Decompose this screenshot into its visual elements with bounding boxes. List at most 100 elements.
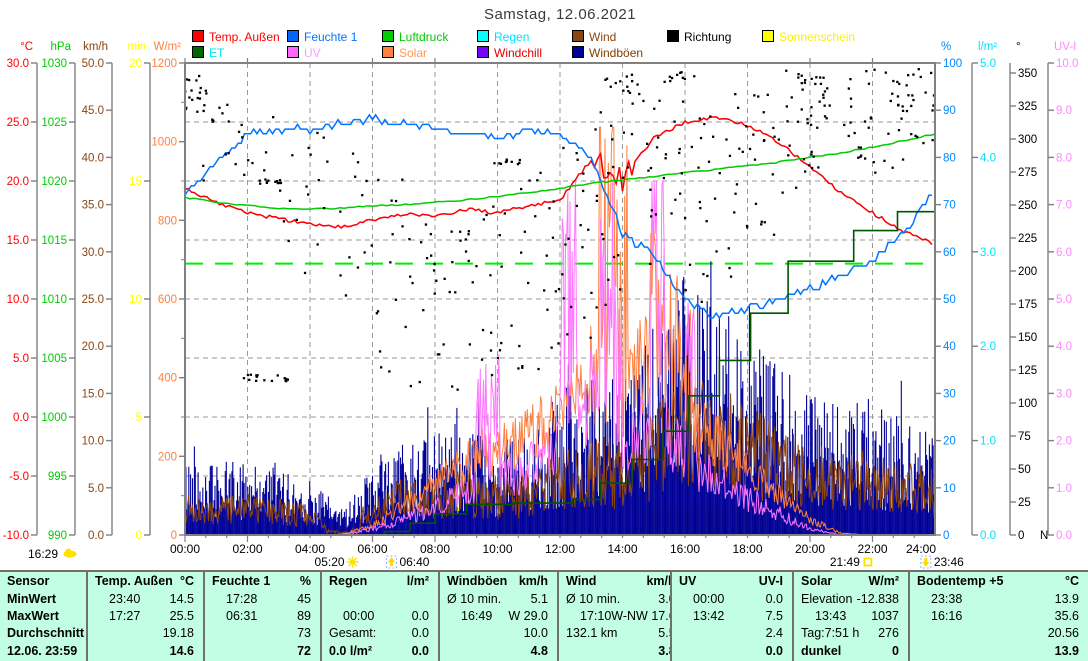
- cell-label: 23:40: [95, 592, 140, 606]
- row-label-sensor: Sensor: [0, 572, 86, 590]
- svg-text:N: N: [1040, 530, 1048, 542]
- svg-text:15.0: 15.0: [82, 388, 104, 400]
- svg-text:20:00: 20:00: [795, 542, 825, 556]
- svg-text:25.0: 25.0: [82, 294, 104, 306]
- svg-text:30: 30: [943, 388, 956, 400]
- stats-table: SensorMinWertMaxWertDurchschnitt12.06. 2…: [0, 570, 1088, 661]
- table-row-bodentemp-5-minwert: 23:3813.9: [910, 590, 1088, 607]
- table-section-regen: Regenl/m²00:000.0Gesamt:0.00.0 l/m²0.0: [320, 572, 438, 661]
- svg-text:9.0: 9.0: [1056, 105, 1072, 117]
- sensor-unit: km/h: [519, 574, 548, 588]
- cell-value: -12.838: [857, 592, 899, 606]
- cell-value: 20.56: [1048, 626, 1079, 640]
- table-header-solar: SolarW/m²: [794, 572, 908, 590]
- svg-text:24:00: 24:00: [906, 542, 936, 556]
- cell-value: 13.9: [1055, 592, 1079, 606]
- svg-text:1025: 1025: [41, 117, 67, 129]
- svg-text:06:40: 06:40: [399, 555, 429, 569]
- table-header-regen: Regenl/m²: [322, 572, 438, 590]
- table-row-wind-maxwert: 17:10W-NW 17.6: [559, 607, 670, 624]
- table-row-solar-maxwert: 13:431037: [794, 607, 908, 624]
- table-header-temp-au-en: Temp. Außen °C: [88, 572, 203, 590]
- cell-label: 17:27: [95, 609, 140, 623]
- svg-text:hPa: hPa: [51, 41, 72, 53]
- cell-label: Ø 10 min.: [447, 592, 501, 606]
- table-section-wind: Windkm/hØ 10 min.3.017:10W-NW 17.6132.1 …: [557, 572, 670, 661]
- svg-text:225: 225: [1018, 233, 1037, 245]
- svg-text:25.0: 25.0: [7, 117, 29, 129]
- svg-text:20.0: 20.0: [7, 176, 29, 188]
- table-row-wind-minwert: Ø 10 min.3.0: [559, 590, 670, 607]
- svg-text:75: 75: [1018, 431, 1031, 443]
- svg-text:°C: °C: [20, 41, 33, 53]
- svg-text:02:00: 02:00: [232, 542, 262, 556]
- svg-text:1200: 1200: [151, 58, 177, 70]
- row-label-durchschnitt: Durchschnitt: [0, 624, 86, 641]
- svg-text:20: 20: [943, 436, 956, 448]
- table-row-regen-durchschnitt: Gesamt:0.0: [322, 624, 438, 641]
- cell-value: 25.5: [170, 609, 194, 623]
- svg-text:15: 15: [129, 176, 142, 188]
- svg-text:6.0: 6.0: [1056, 247, 1072, 259]
- cell-value: 35.6: [1055, 609, 1079, 623]
- svg-text:12:00: 12:00: [545, 542, 575, 556]
- cell-label: 06:31: [212, 609, 257, 623]
- svg-text:100: 100: [943, 58, 962, 70]
- table-row-feuchte-1-12-06-23-59: 72: [205, 641, 320, 660]
- sensor-unit: °C: [1065, 574, 1079, 588]
- cell-value: 19.18: [163, 626, 194, 640]
- table-row-feuchte-1-minwert: 17:2845: [205, 590, 320, 607]
- svg-text:995: 995: [48, 471, 67, 483]
- cell-label: 0.0 l/m²: [329, 644, 372, 658]
- sensor-name: Feuchte 1: [212, 574, 270, 588]
- cell-label: 16:49: [447, 609, 492, 623]
- svg-text:2.0: 2.0: [1056, 436, 1072, 448]
- sensor-name: UV: [679, 574, 696, 588]
- cell-label: 17:28: [212, 592, 257, 606]
- cell-value: 10.0: [524, 626, 548, 640]
- cell-value: 14.6: [170, 644, 194, 658]
- cell-label: Elevation: [801, 592, 852, 606]
- y-axes: °C30.025.020.015.010.05.00.0-5.0-10.0hPa…: [3, 41, 1079, 542]
- svg-text:20.0: 20.0: [82, 341, 104, 353]
- sensor-unit: l/m²: [407, 574, 429, 588]
- feuchte-series: [185, 115, 932, 318]
- table-row-wind-12-06-23-59: 3.8: [559, 641, 670, 660]
- cell-value: 276: [878, 626, 899, 640]
- svg-text:1.0: 1.0: [980, 436, 996, 448]
- cell-value: W 29.0: [508, 609, 548, 623]
- table-row-regen-minwert: [322, 590, 438, 607]
- svg-text:80: 80: [943, 152, 956, 164]
- svg-text:°: °: [1016, 41, 1021, 53]
- cell-value: 14.5: [170, 592, 194, 606]
- table-section-solar: SolarW/m²Elevation-12.83813:431037Tag:7:…: [792, 572, 908, 661]
- cell-value: 5.1: [531, 592, 548, 606]
- svg-text:3.0: 3.0: [1056, 388, 1072, 400]
- table-header-feuchte-1: Feuchte 1%: [205, 572, 320, 590]
- svg-text:40.0: 40.0: [82, 152, 104, 164]
- svg-text:0.0: 0.0: [980, 530, 996, 542]
- sensor-name: Temp. Außen: [95, 574, 173, 588]
- svg-text:0: 0: [171, 530, 177, 542]
- cell-value: 73: [297, 626, 311, 640]
- svg-text:30.0: 30.0: [7, 58, 29, 70]
- svg-text:3.0: 3.0: [980, 247, 996, 259]
- sensor-unit: °C: [180, 574, 194, 588]
- table-row-windb-en-minwert: Ø 10 min. 5.1: [440, 590, 557, 607]
- svg-text:22:00: 22:00: [857, 542, 887, 556]
- svg-text:300: 300: [1018, 134, 1037, 146]
- svg-text:14:00: 14:00: [607, 542, 637, 556]
- svg-text:05:20: 05:20: [315, 555, 345, 569]
- cell-label: 16:16: [917, 609, 962, 623]
- cell-label: 00:00: [329, 609, 374, 623]
- svg-text:%: %: [941, 41, 951, 53]
- svg-text:8.0: 8.0: [1056, 152, 1072, 164]
- table-row-temp-au-en-maxwert: 17:27 25.5: [88, 607, 203, 624]
- table-row-bodentemp-5-12-06-23-59: 13.9: [910, 641, 1088, 660]
- cell-value: 0.0: [766, 644, 783, 658]
- svg-text:16:00: 16:00: [670, 542, 700, 556]
- svg-text:400: 400: [158, 373, 177, 385]
- svg-text:1010: 1010: [41, 294, 67, 306]
- svg-text:1000: 1000: [151, 137, 177, 149]
- svg-text:08:00: 08:00: [420, 542, 450, 556]
